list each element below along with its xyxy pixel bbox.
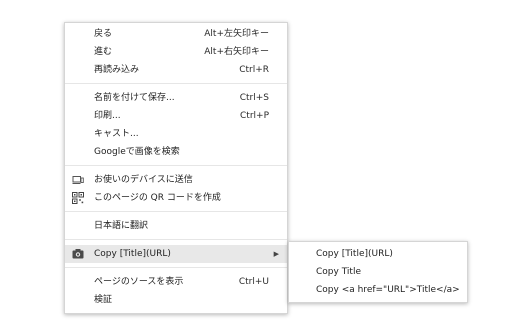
context-menu: 戻る Alt+左矢印キー 進む Alt+右矢印キー 再読み込み Ctrl+R 名… bbox=[64, 22, 288, 314]
menu-item-view-source[interactable]: ページのソースを表示 Ctrl+U bbox=[65, 273, 287, 291]
menu-separator bbox=[65, 267, 287, 268]
submenu-item-label: Copy <a href="URL">Title</a> bbox=[316, 285, 460, 295]
submenu-item-copy-title[interactable]: Copy Title bbox=[289, 263, 467, 281]
forward-shortcut: Alt+右矢印キー bbox=[204, 47, 269, 57]
menu-item-inspect[interactable]: 検証 bbox=[65, 291, 287, 309]
menu-item-save-as[interactable]: 名前を付けて保存... Ctrl+S bbox=[65, 89, 287, 107]
menu-item-send-to-devices[interactable]: お使いのデバイスに送信 bbox=[65, 171, 287, 189]
menu-item-translate[interactable]: 日本語に翻訳 bbox=[65, 217, 287, 235]
send-to-devices-label: お使いのデバイスに送信 bbox=[94, 175, 193, 185]
menu-item-print[interactable]: 印刷... Ctrl+P bbox=[65, 107, 287, 125]
submenu-item-label: Copy [Title](URL) bbox=[316, 249, 393, 259]
back-shortcut: Alt+左矢印キー bbox=[204, 29, 269, 39]
menu-separator bbox=[65, 239, 287, 240]
print-shortcut: Ctrl+P bbox=[240, 111, 269, 121]
menu-separator bbox=[65, 83, 287, 84]
view-source-label: ページのソースを表示 bbox=[94, 277, 184, 287]
translate-label: 日本語に翻訳 bbox=[94, 221, 149, 231]
reload-shortcut: Ctrl+R bbox=[239, 65, 269, 75]
menu-item-back[interactable]: 戻る Alt+左矢印キー bbox=[65, 25, 287, 43]
menu-separator bbox=[65, 211, 287, 212]
save-as-label: 名前を付けて保存... bbox=[94, 93, 175, 103]
view-source-shortcut: Ctrl+U bbox=[238, 277, 269, 287]
back-label: 戻る bbox=[94, 29, 113, 39]
menu-item-copy-title-url[interactable]: Copy [Title](URL) ▶ bbox=[65, 245, 287, 263]
copy-title-url-label: Copy [Title](URL) bbox=[94, 249, 171, 259]
submenu-arrow-icon: ▶ bbox=[273, 250, 279, 258]
menu-item-cast[interactable]: キャスト... bbox=[65, 125, 287, 143]
menu-separator bbox=[65, 165, 287, 166]
menu-item-forward[interactable]: 進む Alt+右矢印キー bbox=[65, 43, 287, 61]
reload-label: 再読み込み bbox=[94, 65, 140, 75]
qr-code-icon bbox=[72, 192, 84, 204]
qr-code-label: このページの QR コードを作成 bbox=[94, 193, 221, 203]
cast-label: キャスト... bbox=[94, 129, 139, 139]
submenu-item-copy-html-link[interactable]: Copy <a href="URL">Title</a> bbox=[289, 281, 467, 299]
extension-icon bbox=[72, 249, 84, 259]
device-icon bbox=[72, 176, 84, 184]
search-image-label: Googleで画像を検索 bbox=[94, 147, 180, 157]
menu-item-search-image[interactable]: Googleで画像を検索 bbox=[65, 143, 287, 161]
inspect-label: 検証 bbox=[94, 295, 113, 305]
submenu-item-label: Copy Title bbox=[316, 267, 361, 277]
copy-submenu: Copy [Title](URL) Copy Title Copy <a hre… bbox=[288, 241, 468, 303]
print-label: 印刷... bbox=[94, 111, 121, 121]
forward-label: 進む bbox=[94, 47, 113, 57]
submenu-item-copy-markdown[interactable]: Copy [Title](URL) bbox=[289, 245, 467, 263]
menu-item-reload[interactable]: 再読み込み Ctrl+R bbox=[65, 61, 287, 79]
save-as-shortcut: Ctrl+S bbox=[239, 93, 269, 103]
menu-item-qr-code[interactable]: このページの QR コードを作成 bbox=[65, 189, 287, 207]
